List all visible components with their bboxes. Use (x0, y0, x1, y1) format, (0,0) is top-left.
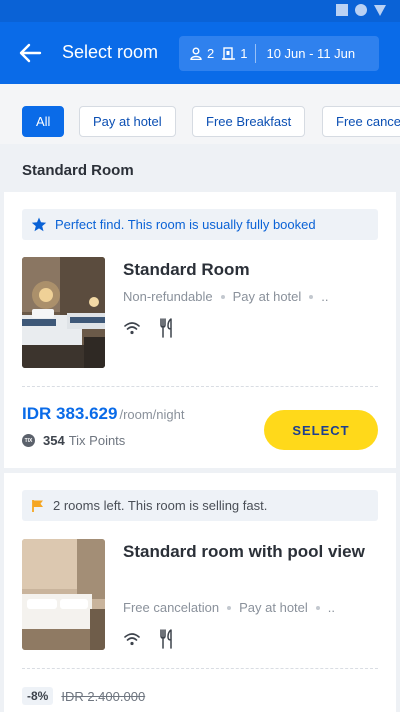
wifi-icon (124, 322, 140, 335)
room-photo[interactable] (22, 257, 105, 368)
status-icons (336, 4, 386, 16)
triangle-icon (374, 4, 386, 16)
points-label: Tix Points (68, 433, 126, 448)
filter-chip-pay-at-hotel[interactable]: Pay at hotel (79, 106, 176, 137)
trip-summary-button[interactable]: 2 1 10 Jun - 11 Jun (179, 36, 379, 71)
tix-coin-icon: TIX (22, 434, 35, 447)
room-attr: Pay at hotel (239, 600, 308, 615)
filter-chip-free-cancelation[interactable]: Free cancelation (322, 106, 400, 137)
room-attr: .. (327, 600, 336, 615)
divider (22, 386, 378, 387)
price-amount: IDR 383.629 (22, 404, 118, 423)
notice-text: 2 rooms left. This room is selling fast. (53, 498, 268, 513)
price-unit: /room/night (119, 407, 185, 422)
room-image (22, 539, 105, 650)
room-count: 1 (240, 46, 248, 61)
divider (255, 44, 257, 63)
arrow-left-icon (19, 43, 42, 63)
section-title: Standard Room (22, 162, 134, 179)
restaurant-icon (160, 629, 172, 649)
room-price: IDR 383.629/room/night (22, 404, 185, 424)
separator-dot (309, 294, 314, 299)
star-icon (31, 217, 47, 232)
room-attr: Non-refundable (123, 289, 213, 304)
points-value: 354 (43, 433, 65, 448)
guest-count: 2 (207, 46, 215, 61)
room-image (22, 257, 105, 368)
room-attr: .. (321, 289, 329, 304)
discount-badge: -8% (22, 687, 54, 705)
tix-points: TIX 354 Tix Points (22, 433, 125, 448)
room-name: Standard room with pool view (123, 542, 365, 561)
date-range: 10 Jun - 11 Jun (266, 46, 356, 61)
separator-dot (227, 605, 232, 610)
status-bar (0, 0, 400, 22)
amenities (123, 318, 175, 338)
room-attr: Pay at hotel (232, 289, 302, 304)
room-card[interactable]: 2 rooms left. This room is selling fast.… (4, 473, 396, 712)
room-photo[interactable] (22, 539, 105, 650)
flag-icon (32, 499, 43, 512)
amenities (123, 629, 175, 649)
square-icon (336, 4, 348, 16)
filter-chip-all[interactable]: All (22, 106, 65, 137)
original-price: IDR 2.400.000 (61, 688, 146, 704)
wifi-icon (124, 633, 140, 646)
restaurant-icon (160, 318, 172, 338)
door-icon (222, 47, 236, 60)
room-card[interactable]: Perfect find. This room is usually fully… (4, 192, 396, 468)
person-icon (190, 47, 202, 60)
filter-chip-free-breakfast[interactable]: Free Breakfast (192, 106, 306, 137)
filter-bar: All Pay at hotel Free Breakfast Free can… (0, 84, 400, 144)
page-title: Select room (62, 42, 159, 62)
divider (22, 668, 378, 669)
select-button[interactable]: SELECT (264, 410, 378, 450)
back-button[interactable] (18, 41, 46, 65)
room-attributes: Non-refundable Pay at hotel .. (123, 289, 329, 304)
room-attr: Free cancelation (123, 600, 220, 615)
circle-icon (355, 4, 367, 16)
room-notice: Perfect find. This room is usually fully… (22, 209, 378, 240)
separator-dot (220, 294, 225, 299)
room-notice: 2 rooms left. This room is selling fast. (22, 490, 378, 521)
discount-row: -8% IDR 2.400.000 (22, 687, 145, 705)
separator-dot (315, 605, 320, 610)
notice-text: Perfect find. This room is usually fully… (55, 217, 316, 232)
app-bar: Select room 2 1 10 Jun - 11 Jun (0, 22, 400, 84)
room-attributes: Free cancelation Pay at hotel .. (123, 600, 335, 615)
room-name: Standard Room (123, 260, 250, 279)
